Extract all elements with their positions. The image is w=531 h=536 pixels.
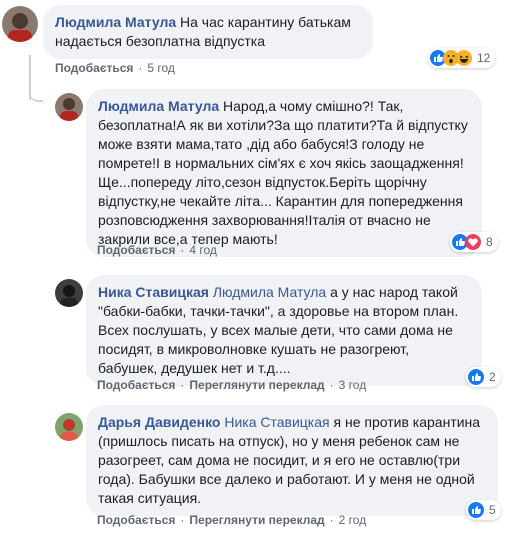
like-icon [468,502,484,518]
comment-timestamp[interactable]: 5 год [147,61,175,75]
comment-actions: Подобається · 4 год [97,243,217,257]
like-button[interactable]: Подобається [55,61,133,75]
reactions-summary[interactable]: 5 [466,500,501,520]
comment-author[interactable]: Ника Ставицкая [98,284,209,300]
avatar[interactable] [55,93,83,121]
like-button[interactable]: Подобається [97,243,175,257]
comment-bubble: Людмила Матула Народ,а чому смішно?! Так… [86,89,482,257]
comment-bubble: Людмила Матула На час карантину батькам … [43,5,373,59]
comment-actions: Подобається · 5 год [55,61,175,75]
comment-actions: Подобається · Переглянути переклад · 3 год [97,378,367,392]
see-translation-link[interactable]: Переглянути переклад [189,378,324,392]
reactions-summary[interactable]: 2 [466,367,501,387]
see-translation-link[interactable]: Переглянути переклад [189,513,324,527]
reaction-count: 2 [489,370,496,384]
comment-author[interactable]: Людмила Матула [98,98,219,114]
avatar[interactable] [2,6,38,42]
comment-timestamp[interactable]: 4 год [189,243,217,257]
reaction-count: 8 [486,235,493,249]
comment-author[interactable]: Дарья Давиденко [98,414,220,430]
comment-bubble: Дарья Давиденко Ника Ставицкая я не прот… [86,405,498,516]
avatar[interactable] [55,279,83,307]
like-button[interactable]: Подобається [97,378,175,392]
comment-author[interactable]: Людмила Матула [55,14,176,30]
comment-mention[interactable]: Ника Ставицкая [224,414,329,430]
reactions-summary[interactable]: 12 [428,48,496,68]
love-icon [465,234,481,250]
avatar[interactable] [55,413,83,441]
comment-bubble: Ника Ставицкая Людмила Матула а у нас на… [86,275,482,386]
thread-corner [29,78,43,102]
like-button[interactable]: Подобається [97,513,175,527]
reaction-count: 5 [489,503,496,517]
like-icon [468,369,484,385]
reactions-summary[interactable]: 8 [450,232,498,252]
reaction-count: 12 [477,51,491,65]
haha-icon [456,50,472,66]
comment-mention[interactable]: Людмила Матула [213,284,326,300]
comment-timestamp[interactable]: 2 год [339,513,367,527]
comment-text: Народ,а чому смішно?! Так, безоплатна!А … [98,98,468,247]
comment-timestamp[interactable]: 3 год [339,378,367,392]
comment-actions: Подобається · Переглянути переклад · 2 год [97,513,367,527]
